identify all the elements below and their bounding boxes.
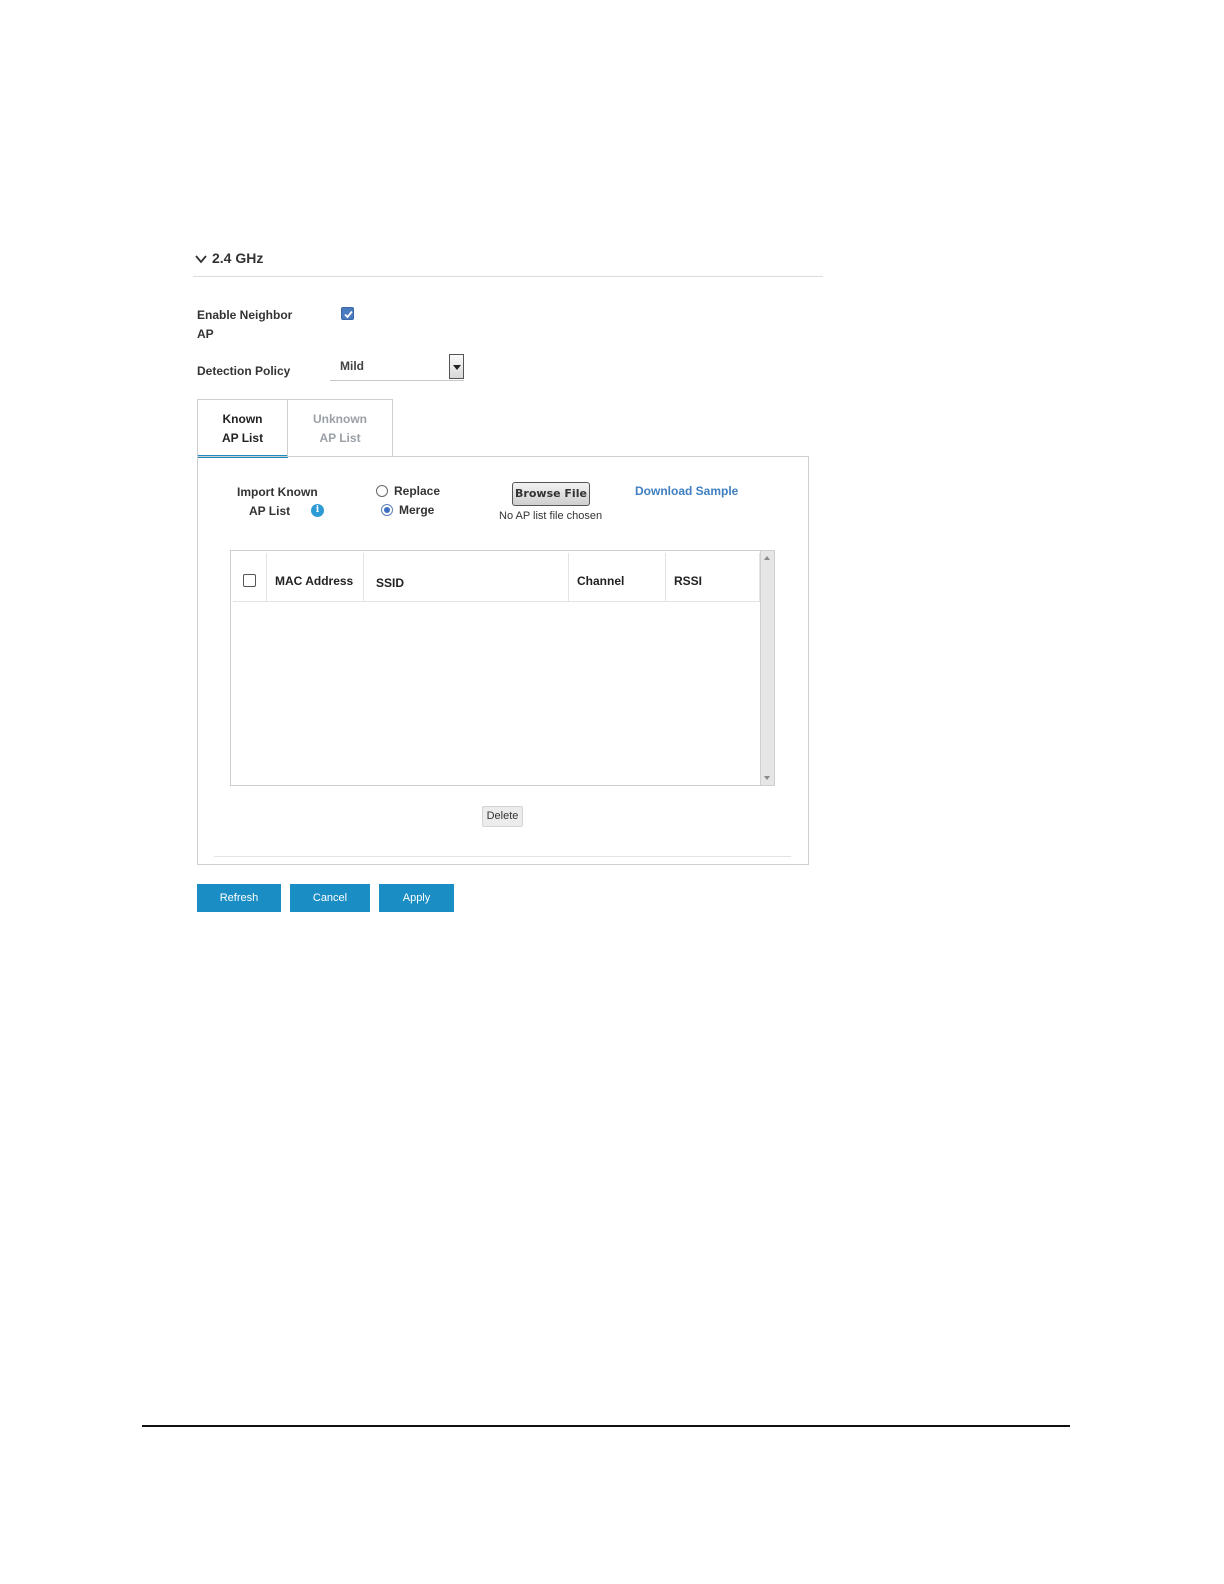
- cancel-button[interactable]: Cancel: [290, 884, 370, 912]
- import-known-ap-label: Import Known AP List: [237, 483, 337, 521]
- column-header-channel-label: Channel: [577, 574, 625, 588]
- column-header-mac[interactable]: MAC Address: [266, 553, 363, 601]
- replace-label[interactable]: Replace: [394, 484, 440, 498]
- browse-file-button[interactable]: Browse File: [512, 482, 590, 506]
- column-header-ssid[interactable]: SSID: [363, 553, 568, 601]
- tab-unknown-line1: Unknown: [313, 412, 367, 426]
- detection-policy-label: Detection Policy: [197, 364, 291, 378]
- detection-policy-value: Mild: [340, 359, 364, 373]
- enable-neighbor-checkbox[interactable]: [341, 307, 354, 320]
- tab-known-line2: AP List: [221, 431, 264, 445]
- merge-radio[interactable]: [381, 504, 393, 516]
- refresh-button[interactable]: Refresh: [197, 884, 281, 912]
- check-icon: [344, 310, 353, 319]
- dropdown-arrow-icon[interactable]: [449, 354, 464, 379]
- section-title: 2.4 GHz: [212, 250, 264, 266]
- download-sample-link[interactable]: Download Sample: [635, 484, 738, 498]
- file-status-text: No AP list file chosen: [499, 510, 603, 522]
- tab-unknown-line2: AP List: [319, 431, 361, 445]
- detection-policy-select[interactable]: Mild: [330, 354, 464, 381]
- section-header-2-4ghz[interactable]: 2.4 GHz: [193, 250, 823, 277]
- column-header-mac-label: MAC Address: [275, 574, 354, 588]
- tab-unknown-ap-list[interactable]: Unknown AP List: [288, 399, 393, 457]
- column-header-ssid-label: SSID: [376, 576, 405, 590]
- info-icon[interactable]: i: [311, 504, 324, 517]
- delete-button[interactable]: Delete: [482, 806, 523, 827]
- apply-button[interactable]: Apply: [379, 884, 454, 912]
- select-all-checkbox[interactable]: [243, 574, 256, 587]
- ap-list-table: MAC Address SSID Channel RSSI: [230, 550, 775, 786]
- chevron-down-icon[interactable]: [195, 253, 207, 265]
- column-header-rssi[interactable]: RSSI: [665, 553, 760, 601]
- scroll-up-icon[interactable]: [764, 556, 770, 560]
- column-header-rssi-label: RSSI: [674, 574, 703, 588]
- merge-label[interactable]: Merge: [399, 503, 434, 517]
- scroll-down-icon[interactable]: [764, 776, 770, 780]
- enable-neighbor-label: Enable Neighbor AP: [197, 308, 293, 341]
- replace-radio[interactable]: [376, 485, 388, 497]
- footer-divider: [142, 1425, 1070, 1427]
- import-label-line1: Import Known: [237, 485, 318, 499]
- tab-known-line1: Known: [222, 412, 263, 426]
- table-header: MAC Address SSID Channel RSSI: [233, 553, 760, 602]
- tab-known-ap-list[interactable]: Known AP List: [197, 399, 288, 458]
- table-scrollbar[interactable]: [760, 551, 774, 785]
- select-all-cell: [233, 553, 266, 601]
- column-header-channel[interactable]: Channel: [568, 553, 665, 601]
